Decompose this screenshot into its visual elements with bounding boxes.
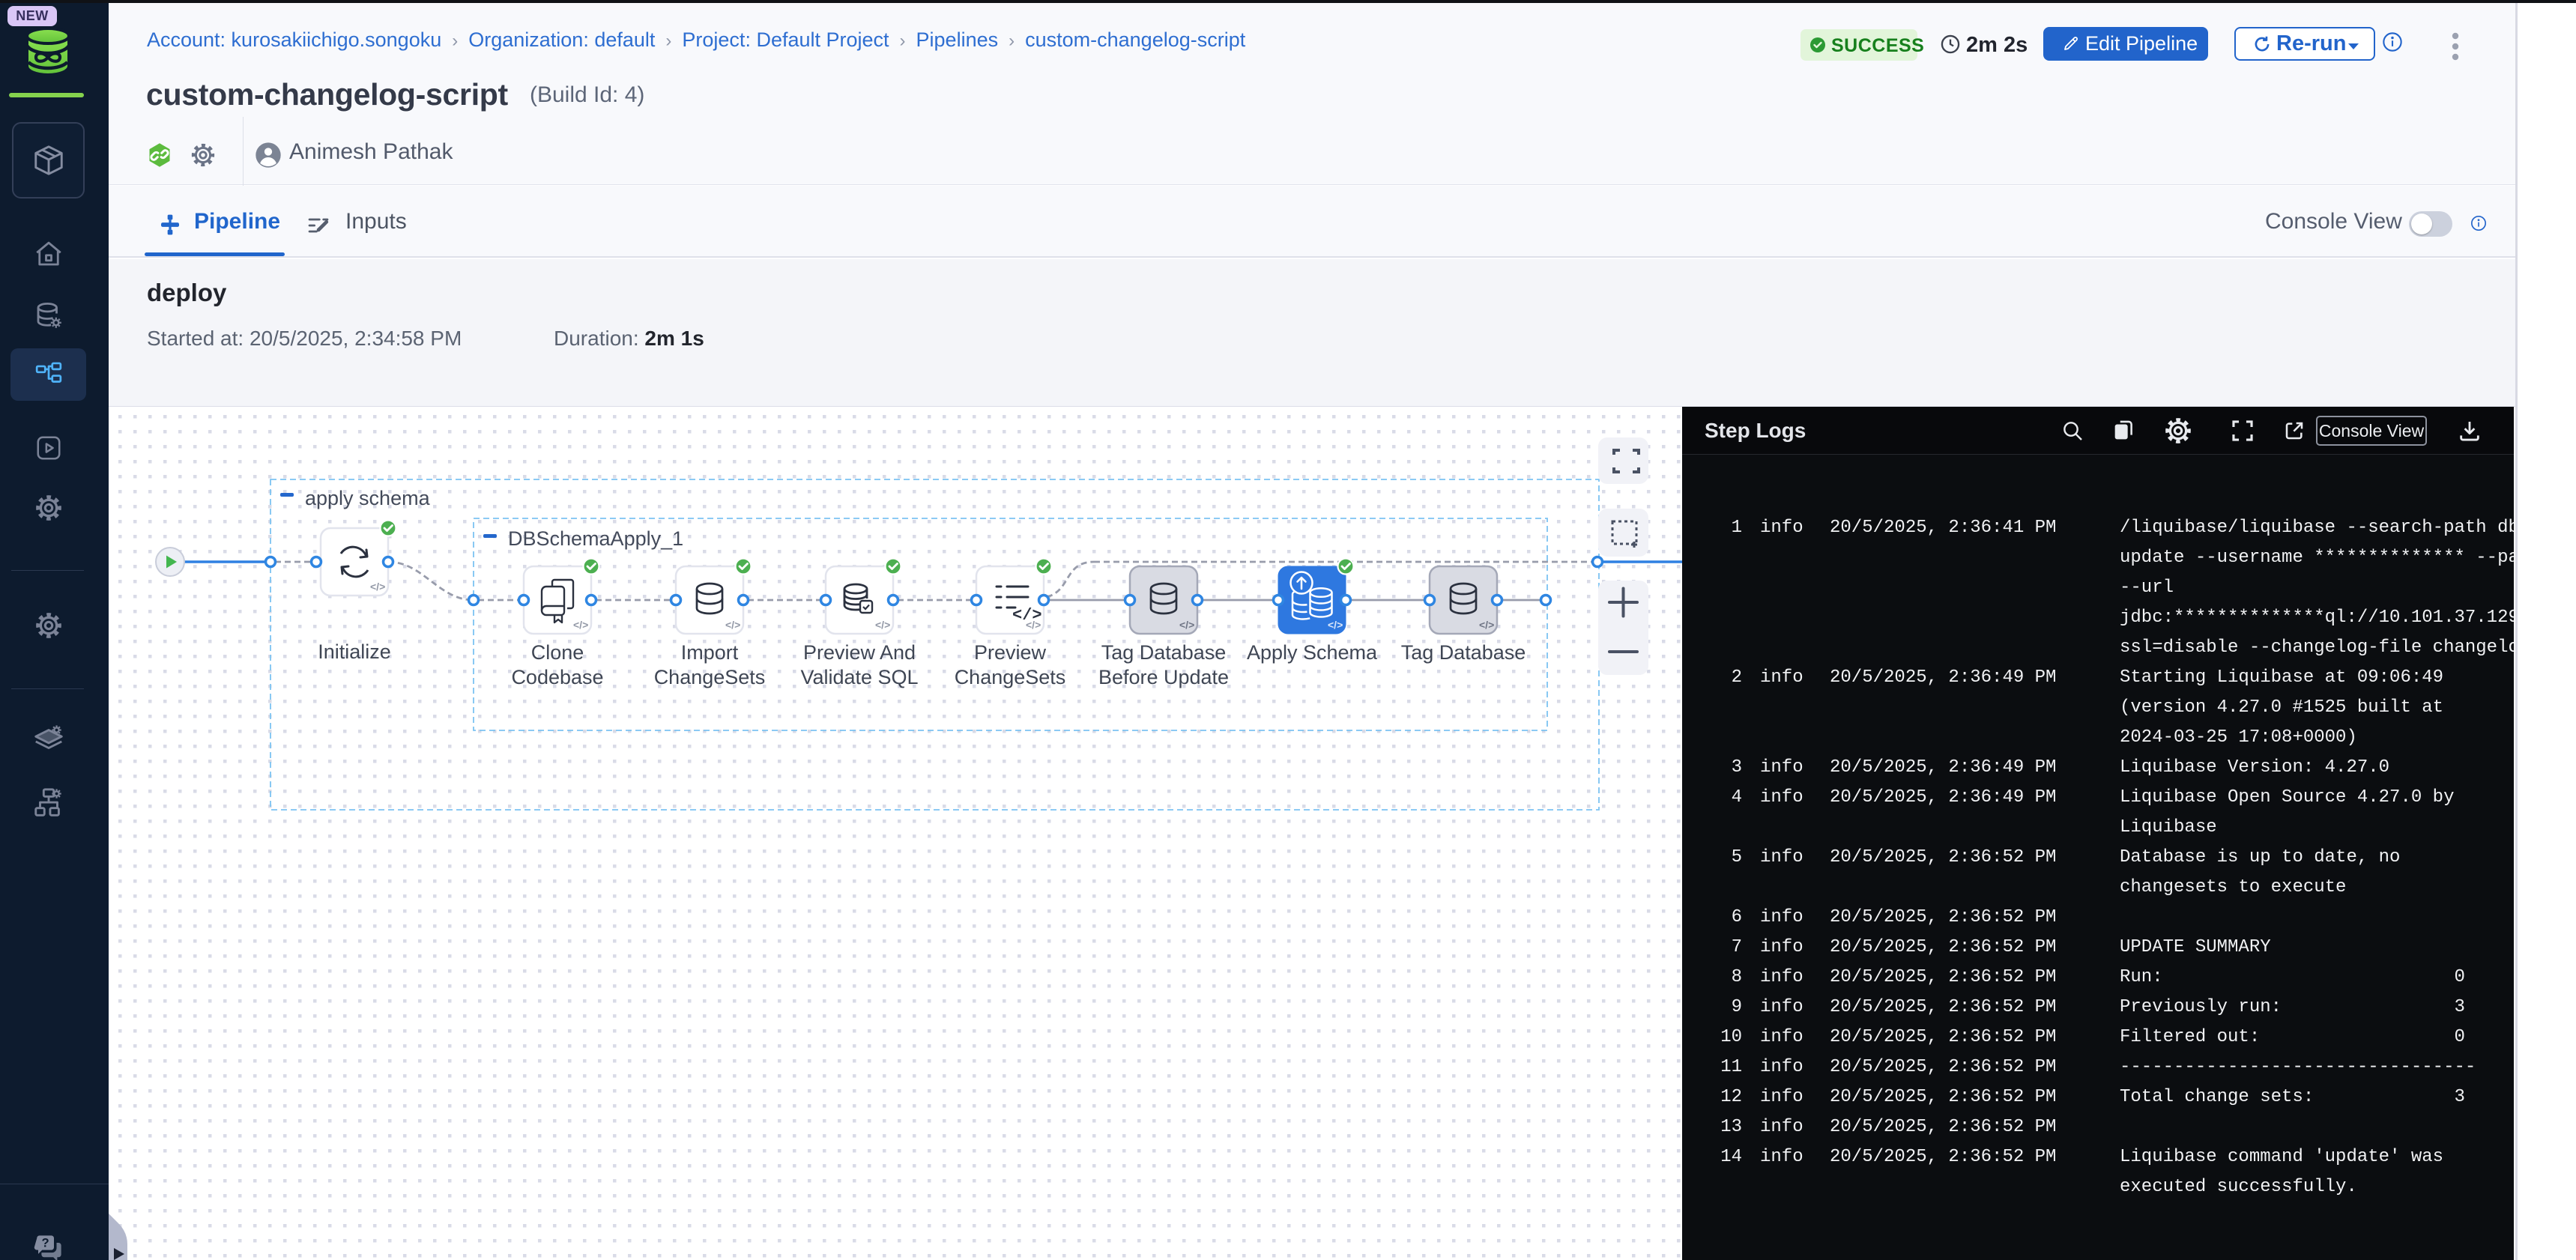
- svg-text:Tag Database: Tag Database: [1401, 641, 1526, 664]
- svg-text:</>: </>: [875, 619, 890, 631]
- svg-text:</>: </>: [573, 619, 588, 631]
- svg-text:Clone: Clone: [531, 641, 584, 664]
- svg-text:</>: </>: [370, 581, 385, 593]
- svg-text:ChangeSets: ChangeSets: [955, 666, 1066, 688]
- svg-text:</>: </>: [725, 619, 740, 631]
- svg-text:Apply Schema: Apply Schema: [1247, 641, 1378, 664]
- svg-text:?: ?: [42, 1235, 49, 1250]
- svg-text:</>: </>: [1026, 619, 1041, 631]
- svg-text:Before Update: Before Update: [1098, 666, 1229, 688]
- svg-text:Preview: Preview: [974, 641, 1047, 664]
- svg-text:Codebase: Codebase: [511, 666, 603, 688]
- svg-text:</>: </>: [1179, 619, 1194, 631]
- svg-text:Preview And: Preview And: [803, 641, 916, 664]
- svg-text:Import: Import: [681, 641, 739, 664]
- svg-text:</>: </>: [1479, 619, 1494, 631]
- svg-text:DBSchemaApply_1: DBSchemaApply_1: [508, 527, 683, 550]
- svg-text:ChangeSets: ChangeSets: [654, 666, 766, 688]
- svg-text:Tag Database: Tag Database: [1101, 641, 1227, 664]
- svg-text:Validate SQL: Validate SQL: [800, 666, 918, 688]
- svg-text:</>: </>: [1328, 619, 1343, 631]
- svg-text:apply schema: apply schema: [305, 487, 431, 509]
- svg-text:Initialize: Initialize: [318, 640, 391, 663]
